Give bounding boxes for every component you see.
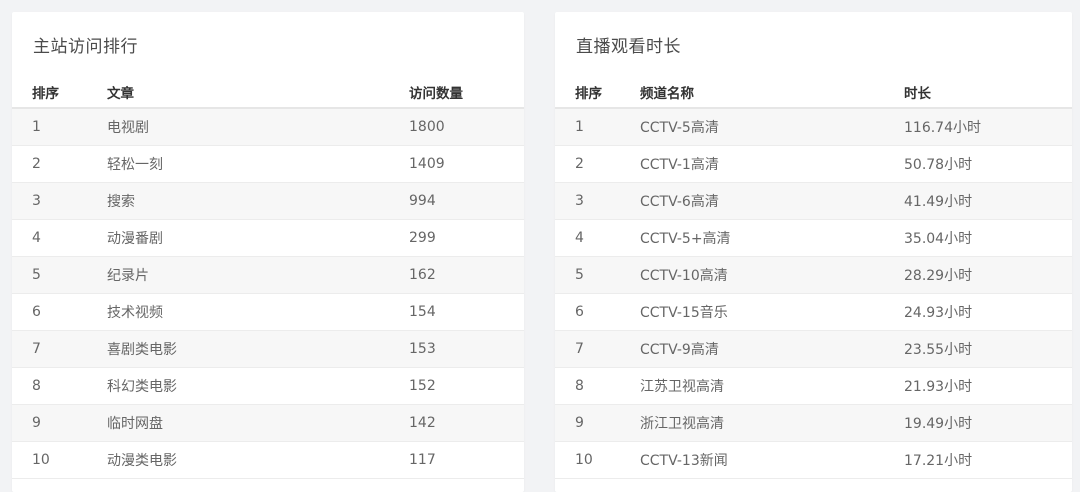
channel-cell: CCTV-15音乐 bbox=[640, 293, 904, 331]
table-row: 2 轻松一刻 1409 bbox=[12, 145, 524, 183]
channel-cell: CCTV-13新闻 bbox=[640, 441, 904, 479]
article-cell: 轻松一刻 bbox=[107, 145, 409, 183]
panel-title: 直播观看时长 bbox=[576, 37, 681, 57]
table-row: 5 纪录片 162 bbox=[12, 256, 524, 294]
rank-cell: 5 bbox=[12, 256, 107, 294]
rank-cell: 7 bbox=[555, 330, 640, 368]
live-watch-time-table: 排序 频道名称 时长 1 CCTV-5高清 116.74小时 2 CCTV-1高清 50.… bbox=[555, 76, 1072, 479]
table-row: 8 科幻类电影 152 bbox=[12, 367, 524, 405]
article-cell: 技术视频 bbox=[107, 293, 409, 331]
channel-cell: CCTV-10高清 bbox=[640, 256, 904, 294]
table-header-row: 排序 文章 访问数量 bbox=[12, 76, 524, 109]
channel-cell: CCTV-6高清 bbox=[640, 182, 904, 220]
table-row: 7 CCTV-9高清 23.55小时 bbox=[555, 330, 1072, 368]
table-row: 8 江苏卫视高清 21.93小时 bbox=[555, 367, 1072, 405]
duration-cell: 28.29小时 bbox=[904, 256, 1072, 294]
visits-cell: 153 bbox=[409, 330, 524, 368]
table-row: 1 CCTV-5高清 116.74小时 bbox=[555, 108, 1072, 146]
column-header-visits: 访问数量 bbox=[409, 76, 524, 109]
table-row: 9 临时网盘 142 bbox=[12, 404, 524, 442]
table-row: 9 浙江卫视高清 19.49小时 bbox=[555, 404, 1072, 442]
table-row: 4 CCTV-5+高清 35.04小时 bbox=[555, 219, 1072, 257]
visits-cell: 117 bbox=[409, 441, 524, 479]
article-cell: 科幻类电影 bbox=[107, 367, 409, 405]
rank-cell: 6 bbox=[12, 293, 107, 331]
duration-cell: 50.78小时 bbox=[904, 145, 1072, 183]
table-row: 1 电视剧 1800 bbox=[12, 108, 524, 146]
duration-cell: 17.21小时 bbox=[904, 441, 1072, 479]
rank-cell: 6 bbox=[555, 293, 640, 331]
table-row: 2 CCTV-1高清 50.78小时 bbox=[555, 145, 1072, 183]
duration-cell: 116.74小时 bbox=[904, 108, 1072, 146]
article-cell: 电视剧 bbox=[107, 108, 409, 146]
rank-cell: 4 bbox=[555, 219, 640, 257]
duration-cell: 35.04小时 bbox=[904, 219, 1072, 257]
table-row: 4 动漫番剧 299 bbox=[12, 219, 524, 257]
site-visit-ranking-panel: 主站访问排行 排序 文章 访问数量 1 电视剧 1800 2 轻松一刻 1409 3 搜索 99… bbox=[12, 12, 524, 492]
duration-cell: 21.93小时 bbox=[904, 367, 1072, 405]
column-header-article: 文章 bbox=[107, 76, 409, 109]
article-cell: 动漫番剧 bbox=[107, 219, 409, 257]
rank-cell: 8 bbox=[555, 367, 640, 405]
table-body: 1 电视剧 1800 2 轻松一刻 1409 3 搜索 994 4 动漫番剧 299 5 纪录片 162 6 技… bbox=[12, 108, 524, 479]
table-row: 7 喜剧类电影 153 bbox=[12, 330, 524, 368]
panel-title: 主站访问排行 bbox=[33, 37, 138, 57]
rank-cell: 2 bbox=[12, 145, 107, 183]
channel-cell: 浙江卫视高清 bbox=[640, 404, 904, 442]
visits-cell: 162 bbox=[409, 256, 524, 294]
rank-cell: 3 bbox=[555, 182, 640, 220]
visits-cell: 154 bbox=[409, 293, 524, 331]
table-row: 3 CCTV-6高清 41.49小时 bbox=[555, 182, 1072, 220]
table-row: 6 技术视频 154 bbox=[12, 293, 524, 331]
table-row: 3 搜索 994 bbox=[12, 182, 524, 220]
duration-cell: 41.49小时 bbox=[904, 182, 1072, 220]
rank-cell: 3 bbox=[12, 182, 107, 220]
visits-cell: 299 bbox=[409, 219, 524, 257]
rank-cell: 10 bbox=[12, 441, 107, 479]
visits-cell: 142 bbox=[409, 404, 524, 442]
duration-cell: 24.93小时 bbox=[904, 293, 1072, 331]
duration-cell: 19.49小时 bbox=[904, 404, 1072, 442]
column-header-duration: 时长 bbox=[904, 76, 1072, 109]
channel-cell: CCTV-1高清 bbox=[640, 145, 904, 183]
channel-cell: CCTV-9高清 bbox=[640, 330, 904, 368]
rank-cell: 7 bbox=[12, 330, 107, 368]
column-header-rank: 排序 bbox=[555, 76, 640, 109]
visits-cell: 1800 bbox=[409, 108, 524, 146]
duration-cell: 23.55小时 bbox=[904, 330, 1072, 368]
rank-cell: 5 bbox=[555, 256, 640, 294]
rank-cell: 8 bbox=[12, 367, 107, 405]
rank-cell: 9 bbox=[555, 404, 640, 442]
column-header-channel: 频道名称 bbox=[640, 76, 904, 109]
visits-cell: 152 bbox=[409, 367, 524, 405]
rank-cell: 4 bbox=[12, 219, 107, 257]
rank-cell: 10 bbox=[555, 441, 640, 479]
article-cell: 搜索 bbox=[107, 182, 409, 220]
table-row: 6 CCTV-15音乐 24.93小时 bbox=[555, 293, 1072, 331]
article-cell: 纪录片 bbox=[107, 256, 409, 294]
channel-cell: CCTV-5+高清 bbox=[640, 219, 904, 257]
article-cell: 临时网盘 bbox=[107, 404, 409, 442]
rank-cell: 9 bbox=[12, 404, 107, 442]
table-body: 1 CCTV-5高清 116.74小时 2 CCTV-1高清 50.78小时 3 CCTV-6… bbox=[555, 108, 1072, 479]
rank-cell: 2 bbox=[555, 145, 640, 183]
live-watch-time-panel: 直播观看时长 排序 频道名称 时长 1 CCTV-5高清 116.74小时 2 CCTV… bbox=[555, 12, 1072, 492]
table-header-row: 排序 频道名称 时长 bbox=[555, 76, 1072, 109]
visits-cell: 1409 bbox=[409, 145, 524, 183]
table-row: 10 动漫类电影 117 bbox=[12, 441, 524, 479]
rank-cell: 1 bbox=[12, 108, 107, 146]
site-visit-ranking-table: 排序 文章 访问数量 1 电视剧 1800 2 轻松一刻 1409 3 搜索 994 4 动漫番剧 2… bbox=[12, 76, 524, 479]
channel-cell: CCTV-5高清 bbox=[640, 108, 904, 146]
table-row: 10 CCTV-13新闻 17.21小时 bbox=[555, 441, 1072, 479]
rank-cell: 1 bbox=[555, 108, 640, 146]
column-header-rank: 排序 bbox=[12, 76, 107, 109]
article-cell: 动漫类电影 bbox=[107, 441, 409, 479]
channel-cell: 江苏卫视高清 bbox=[640, 367, 904, 405]
article-cell: 喜剧类电影 bbox=[107, 330, 409, 368]
visits-cell: 994 bbox=[409, 182, 524, 220]
table-row: 5 CCTV-10高清 28.29小时 bbox=[555, 256, 1072, 294]
